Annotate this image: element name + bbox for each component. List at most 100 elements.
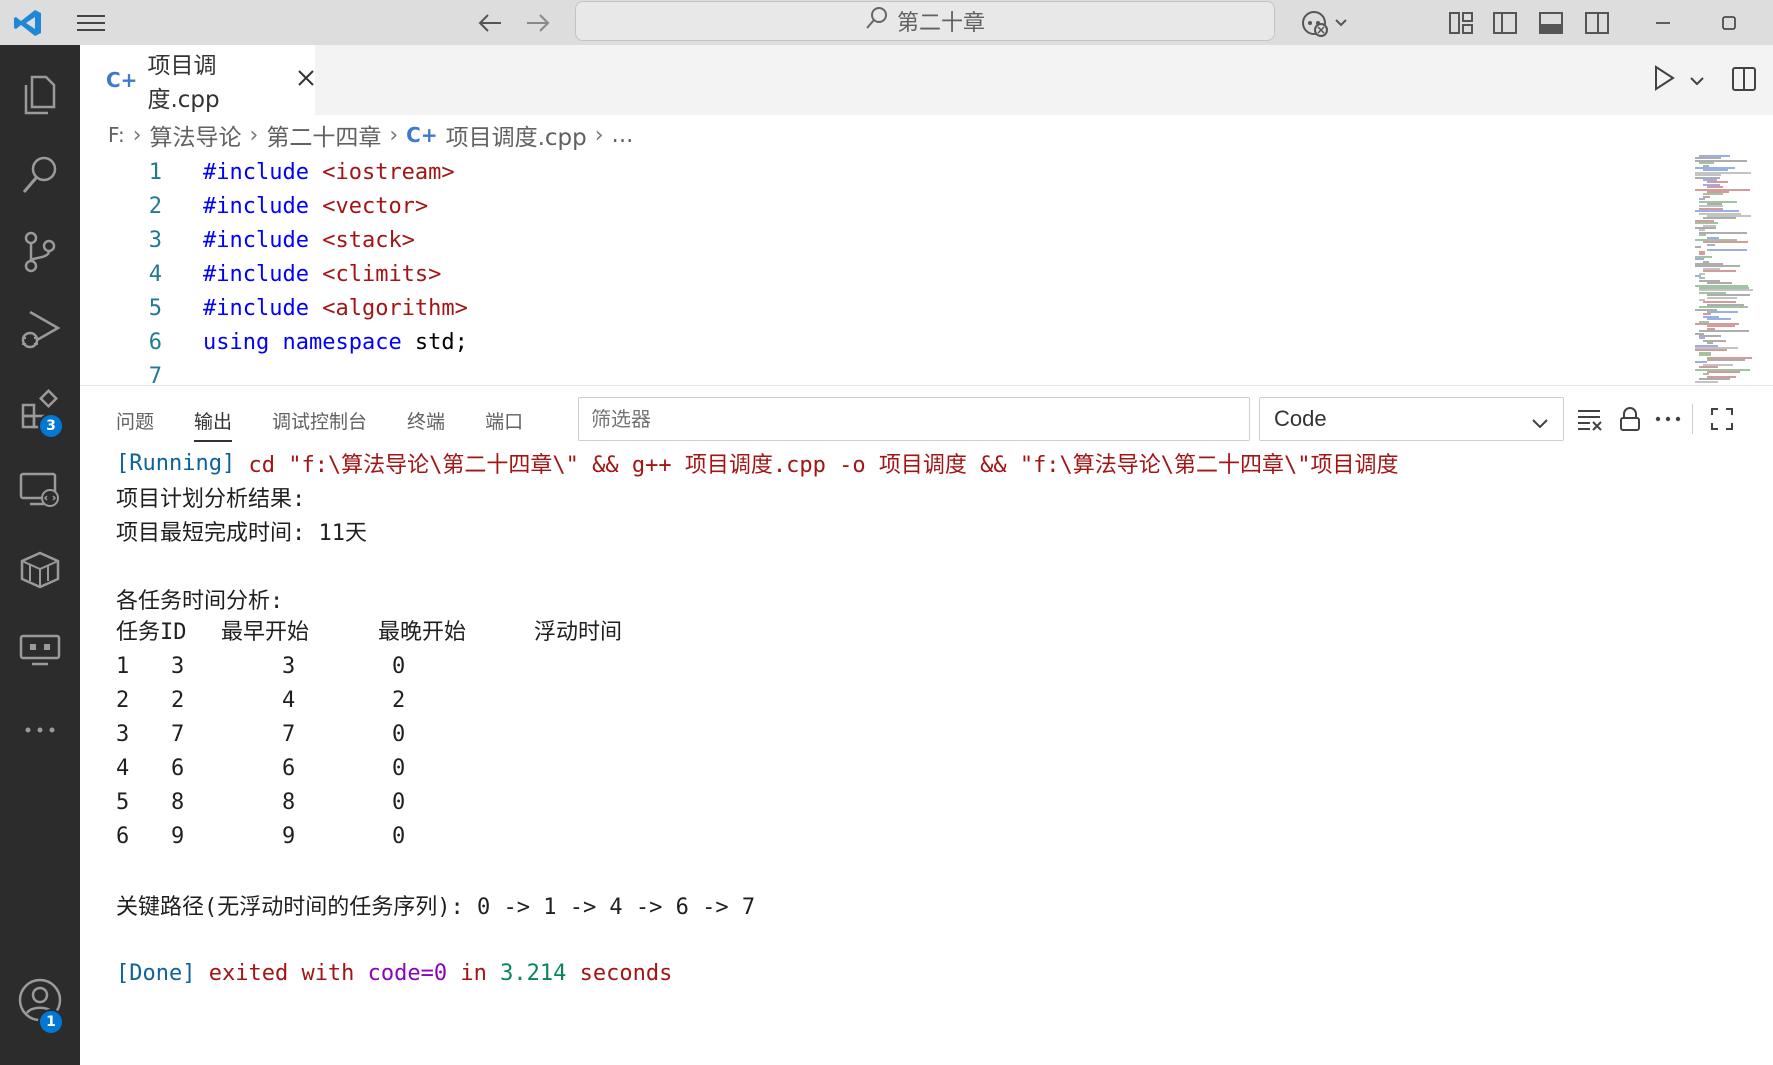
toggle-panel-icon[interactable] bbox=[1533, 0, 1569, 45]
search-icon bbox=[865, 6, 889, 36]
minimap-line bbox=[1699, 330, 1749, 333]
maximize-panel-icon[interactable] bbox=[1702, 397, 1742, 441]
minimap-line bbox=[1707, 359, 1745, 361]
running-command: cd "f:\算法导论\第二十四章\" && g++ 项目调度.cpp -o 项… bbox=[235, 453, 1399, 478]
line-number: 3 bbox=[148, 227, 162, 253]
split-editor-icon[interactable] bbox=[1728, 63, 1760, 95]
tab-terminal[interactable]: 终端 bbox=[407, 400, 445, 440]
minimap-line bbox=[1707, 248, 1747, 251]
run-debug-icon[interactable] bbox=[0, 295, 80, 365]
lightbulb-icon[interactable] bbox=[208, 363, 305, 385]
box-icon[interactable] bbox=[0, 535, 80, 605]
breadcrumb-ellipsis[interactable]: ... bbox=[612, 122, 634, 148]
maximize-icon[interactable] bbox=[1706, 0, 1752, 45]
header-cell: 浮动时间 bbox=[534, 620, 623, 645]
tab-output[interactable]: 输出 bbox=[194, 400, 233, 442]
output-line: 项目计划分析结果: bbox=[116, 487, 306, 512]
code-keyword: namespace bbox=[269, 329, 402, 355]
toggle-secondary-sidebar-icon[interactable] bbox=[1579, 0, 1615, 45]
table-row: 4 6 6 0 bbox=[116, 752, 716, 786]
code-keyword: #include bbox=[203, 159, 309, 185]
output-line-running: [Running] cd "f:\算法导论\第二十四章\" && g++ 项目调… bbox=[116, 446, 1399, 480]
minimap[interactable] bbox=[1695, 155, 1770, 385]
menu-icon[interactable] bbox=[66, 0, 116, 45]
vscode-logo-icon[interactable] bbox=[6, 0, 50, 45]
tab-problems[interactable]: 问题 bbox=[116, 400, 154, 440]
extensions-icon[interactable]: 3 bbox=[0, 375, 80, 445]
code-line: 4 #include <climits> bbox=[80, 257, 442, 291]
command-center-label: 第二十章 bbox=[896, 11, 985, 36]
code-line: 2 #include <vector> bbox=[80, 189, 428, 223]
copilot-icon[interactable] bbox=[1295, 0, 1355, 45]
earliest-start: 6 bbox=[171, 756, 185, 781]
filter-input[interactable] bbox=[578, 397, 1250, 441]
header-cell: 最晚开始 bbox=[378, 620, 467, 645]
remote-explorer-icon[interactable] bbox=[0, 455, 80, 525]
breadcrumb-file[interactable]: 项目调度.cpp bbox=[446, 118, 587, 152]
line-number: 1 bbox=[148, 159, 162, 185]
more-actions-icon[interactable] bbox=[1648, 397, 1688, 441]
close-icon[interactable] bbox=[297, 67, 315, 93]
code-keyword: #include bbox=[203, 295, 309, 321]
code-keyword: #include bbox=[203, 227, 309, 253]
earliest-start: 7 bbox=[171, 722, 185, 747]
output-channel-select[interactable]: Code bbox=[1259, 397, 1564, 441]
tab-ports[interactable]: 端口 bbox=[485, 400, 523, 440]
command-center[interactable]: 第二十章 bbox=[575, 1, 1275, 41]
run-code-button[interactable] bbox=[1653, 65, 1723, 95]
earliest-start: 3 bbox=[171, 654, 185, 679]
minimize-icon[interactable] bbox=[1640, 0, 1686, 45]
code-include: <algorithm> bbox=[308, 295, 468, 321]
arrow-left-icon[interactable] bbox=[470, 0, 510, 45]
float-time: 0 bbox=[392, 790, 406, 815]
float-time: 0 bbox=[392, 756, 406, 781]
chevron-right-icon: › bbox=[594, 122, 604, 148]
header-cell: 任务ID bbox=[116, 620, 187, 645]
search-icon[interactable] bbox=[0, 140, 80, 210]
minimap-line bbox=[1695, 246, 1701, 249]
latest-start: 7 bbox=[282, 722, 296, 747]
task-id: 3 bbox=[116, 722, 130, 747]
code-text: std; bbox=[401, 329, 468, 355]
code-keyword: using bbox=[203, 329, 270, 355]
tab-label: 项目调度.cpp bbox=[147, 53, 220, 113]
arrow-right-icon[interactable] bbox=[518, 0, 558, 45]
code-keyword: #include bbox=[203, 261, 309, 287]
activity-bar: 3 1 bbox=[0, 45, 80, 1065]
layout-customize-icon[interactable] bbox=[1443, 0, 1479, 45]
breadcrumb-drive[interactable]: F: bbox=[108, 123, 125, 147]
chevron-down-icon bbox=[1531, 410, 1549, 436]
minimap-line bbox=[1699, 234, 1706, 237]
toggle-sidebar-icon[interactable] bbox=[1487, 0, 1523, 45]
float-time: 2 bbox=[392, 688, 406, 713]
line-number: 7 bbox=[148, 363, 162, 386]
tab-debug-console[interactable]: 调试控制台 bbox=[272, 400, 367, 440]
tab-project-scheduling-cpp[interactable]: C+ 项目调度.cpp bbox=[80, 45, 315, 115]
files-icon[interactable] bbox=[0, 60, 80, 130]
code-include: <climits> bbox=[308, 261, 442, 287]
source-control-icon[interactable] bbox=[0, 217, 80, 287]
accounts-icon[interactable]: 1 bbox=[0, 965, 80, 1035]
minimap-line bbox=[1703, 270, 1736, 273]
breadcrumb: F: › 算法导论 › 第二十四章 › C+ 项目调度.cpp › ... bbox=[108, 118, 633, 152]
remote-icon[interactable] bbox=[0, 615, 80, 685]
code-line: 1 #include <iostream> bbox=[80, 155, 455, 189]
code-line: 6 using namespace std; bbox=[80, 325, 468, 359]
line-number: 6 bbox=[148, 329, 162, 355]
cpp-file-icon: C+ bbox=[106, 68, 138, 92]
ellipsis-icon[interactable] bbox=[0, 695, 80, 765]
breadcrumb-folder[interactable]: 算法导论 bbox=[150, 118, 242, 152]
title-bar: 第二十章 bbox=[0, 0, 1773, 45]
minimap-line bbox=[1707, 371, 1740, 373]
line-number: 4 bbox=[148, 261, 162, 287]
breadcrumb-folder[interactable]: 第二十四章 bbox=[266, 118, 381, 152]
extensions-badge: 3 bbox=[38, 413, 64, 439]
line-number: 5 bbox=[148, 295, 162, 321]
lock-icon[interactable] bbox=[1610, 397, 1650, 441]
clear-output-icon[interactable] bbox=[1570, 397, 1610, 441]
code-editor[interactable]: 1 #include <iostream> 2 #include <vector… bbox=[80, 155, 1680, 386]
channel-label: Code bbox=[1274, 406, 1327, 431]
table-row: 3 7 7 0 bbox=[116, 718, 716, 752]
float-time: 0 bbox=[392, 722, 406, 747]
output-line: 各任务时间分析: bbox=[116, 589, 284, 614]
